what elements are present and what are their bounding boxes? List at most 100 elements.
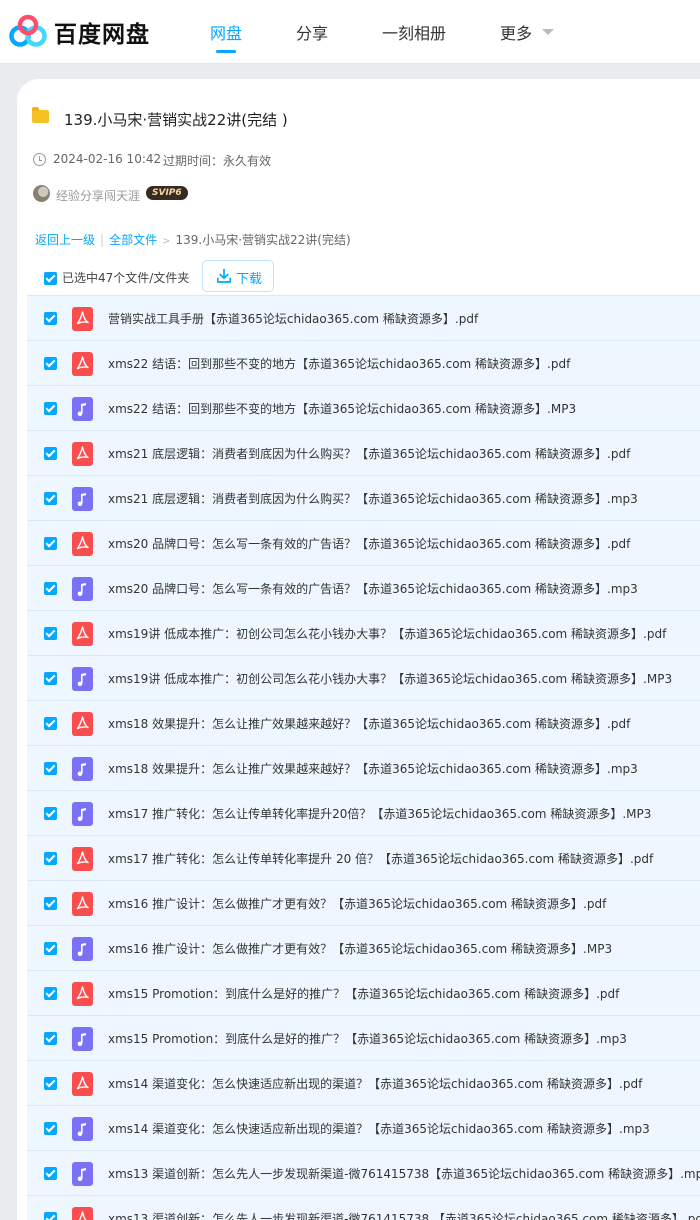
- download-icon: [216, 268, 232, 283]
- file-name[interactable]: xms13 渠道创新：怎么先人一步发现新渠道-微761415738【赤道365论…: [108, 1165, 700, 1182]
- file-row[interactable]: xms16 推广设计：怎么做推广才更有效？【赤道365论坛chidao365.c…: [27, 925, 700, 970]
- pdf-file-icon: [72, 982, 93, 1006]
- audio-file-icon: [72, 757, 93, 781]
- chevron-right-icon: >: [162, 236, 171, 247]
- app-logo-text[interactable]: 百度网盘: [54, 15, 150, 49]
- pdf-file-icon: [72, 712, 93, 736]
- pdf-file-icon: [72, 532, 93, 556]
- row-checkbox[interactable]: [44, 717, 57, 730]
- file-name[interactable]: xms17 推广转化：怎么让传单转化率提升 20 倍？【赤道365论坛chida…: [108, 850, 653, 867]
- file-name[interactable]: xms17 推广转化：怎么让传单转化率提升20倍？【赤道365论坛chidao3…: [108, 805, 651, 822]
- file-name[interactable]: xms20 品牌口号：怎么写一条有效的广告语？【赤道365论坛chidao365…: [108, 580, 638, 597]
- audio-file-icon: [72, 577, 93, 601]
- file-row[interactable]: 营销实战工具手册【赤道365论坛chidao365.com 稀缺资源多】.pdf: [27, 295, 700, 340]
- pdf-file-icon: [72, 1207, 93, 1220]
- audio-file-icon: [72, 802, 93, 826]
- breadcrumb-back-link[interactable]: 返回上一级: [35, 233, 95, 247]
- avatar[interactable]: [33, 185, 50, 202]
- breadcrumb-all-files-link[interactable]: 全部文件: [109, 233, 157, 247]
- file-name[interactable]: 营销实战工具手册【赤道365论坛chidao365.com 稀缺资源多】.pdf: [108, 310, 478, 327]
- file-row[interactable]: xms15 Promotion：到底什么是好的推广？【赤道365论坛chidao…: [27, 970, 700, 1015]
- file-name[interactable]: xms21 底层逻辑：消费者到底因为什么购买？【赤道365论坛chidao365…: [108, 445, 630, 462]
- file-name[interactable]: xms20 品牌口号：怎么写一条有效的广告语？【赤道365论坛chidao365…: [108, 535, 630, 552]
- row-checkbox[interactable]: [44, 357, 57, 370]
- file-row[interactable]: xms16 推广设计：怎么做推广才更有效？【赤道365论坛chidao365.c…: [27, 880, 700, 925]
- download-label: 下载: [236, 272, 263, 287]
- row-checkbox[interactable]: [44, 447, 57, 460]
- file-row[interactable]: xms17 推广转化：怎么让传单转化率提升20倍？【赤道365论坛chidao3…: [27, 790, 700, 835]
- row-checkbox[interactable]: [44, 807, 57, 820]
- row-checkbox[interactable]: [44, 897, 57, 910]
- nav-tab-share[interactable]: 分享: [296, 20, 328, 44]
- file-row[interactable]: xms18 效果提升：怎么让推广效果越来越好？【赤道365论坛chidao365…: [27, 745, 700, 790]
- file-name[interactable]: xms14 渠道变化：怎么快速适应新出现的渠道？【赤道365论坛chidao36…: [108, 1120, 650, 1137]
- audio-file-icon: [72, 397, 93, 421]
- file-name[interactable]: xms19讲 低成本推广：初创公司怎么花小钱办大事？【赤道365论坛chidao…: [108, 625, 666, 642]
- file-row[interactable]: xms13 渠道创新：怎么先人一步发现新渠道-微761415738 【赤道365…: [27, 1195, 700, 1220]
- file-row[interactable]: xms19讲 低成本推广：初创公司怎么花小钱办大事？【赤道365论坛chidao…: [27, 655, 700, 700]
- file-name[interactable]: xms14 渠道变化：怎么快速适应新出现的渠道？【赤道365论坛chidao36…: [108, 1075, 642, 1092]
- file-name[interactable]: xms19讲 低成本推广：初创公司怎么花小钱办大事？【赤道365论坛chidao…: [108, 670, 672, 687]
- row-checkbox[interactable]: [44, 942, 57, 955]
- file-name[interactable]: xms18 效果提升：怎么让推广效果越来越好？【赤道365论坛chidao365…: [108, 715, 630, 732]
- file-row[interactable]: xms15 Promotion：到底什么是好的推广？【赤道365论坛chidao…: [27, 1015, 700, 1060]
- breadcrumb: 返回上一级 | 全部文件 >139.小马宋·营销实战22讲(完结): [35, 231, 351, 248]
- row-checkbox[interactable]: [44, 582, 57, 595]
- file-name[interactable]: xms13 渠道创新：怎么先人一步发现新渠道-微761415738 【赤道365…: [108, 1210, 700, 1220]
- file-name[interactable]: xms18 效果提升：怎么让推广效果越来越好？【赤道365论坛chidao365…: [108, 760, 638, 777]
- row-checkbox[interactable]: [44, 1032, 57, 1045]
- file-name[interactable]: xms15 Promotion：到底什么是好的推广？【赤道365论坛chidao…: [108, 985, 619, 1002]
- sharer-name[interactable]: 经验分享闯天涯: [56, 187, 140, 204]
- active-tab-indicator: [216, 50, 236, 53]
- audio-file-icon: [72, 667, 93, 691]
- pdf-file-icon: [72, 352, 93, 376]
- file-row[interactable]: xms21 底层逻辑：消费者到底因为什么购买？【赤道365论坛chidao365…: [27, 430, 700, 475]
- row-checkbox[interactable]: [44, 1077, 57, 1090]
- file-name[interactable]: xms16 推广设计：怎么做推广才更有效？【赤道365论坛chidao365.c…: [108, 940, 612, 957]
- baidu-netdisk-logo-icon[interactable]: [8, 14, 48, 50]
- audio-file-icon: [72, 1117, 93, 1141]
- row-checkbox[interactable]: [44, 537, 57, 550]
- file-name[interactable]: xms15 Promotion：到底什么是好的推广？【赤道365论坛chidao…: [108, 1030, 627, 1047]
- file-list: 营销实战工具手册【赤道365论坛chidao365.com 稀缺资源多】.pdf…: [27, 295, 700, 1220]
- chevron-down-icon[interactable]: [542, 29, 554, 35]
- row-checkbox[interactable]: [44, 762, 57, 775]
- file-name[interactable]: xms22 结语：回到那些不变的地方【赤道365论坛chidao365.com …: [108, 355, 570, 372]
- row-checkbox[interactable]: [44, 852, 57, 865]
- file-name[interactable]: xms21 底层逻辑：消费者到底因为什么购买？【赤道365论坛chidao365…: [108, 490, 638, 507]
- pdf-file-icon: [72, 622, 93, 646]
- row-checkbox[interactable]: [44, 402, 57, 415]
- pdf-file-icon: [72, 847, 93, 871]
- row-checkbox[interactable]: [44, 312, 57, 325]
- row-checkbox[interactable]: [44, 627, 57, 640]
- file-row[interactable]: xms14 渠道变化：怎么快速适应新出现的渠道？【赤道365论坛chidao36…: [27, 1105, 700, 1150]
- pdf-file-icon: [72, 442, 93, 466]
- file-row[interactable]: xms17 推广转化：怎么让传单转化率提升 20 倍？【赤道365论坛chida…: [27, 835, 700, 880]
- file-row[interactable]: xms20 品牌口号：怎么写一条有效的广告语？【赤道365论坛chidao365…: [27, 565, 700, 610]
- select-all-checkbox[interactable]: [44, 272, 57, 285]
- file-row[interactable]: xms14 渠道变化：怎么快速适应新出现的渠道？【赤道365论坛chidao36…: [27, 1060, 700, 1105]
- file-name[interactable]: xms16 推广设计：怎么做推广才更有效？【赤道365论坛chidao365.c…: [108, 895, 606, 912]
- share-card: 139.小马宋·营销实战22讲(完结 ) 2024-02-16 10:42 过期…: [17, 79, 700, 1220]
- share-title: 139.小马宋·营销实战22讲(完结 ): [64, 111, 288, 129]
- nav-tab-more[interactable]: 更多: [500, 20, 532, 44]
- file-row[interactable]: xms18 效果提升：怎么让推广效果越来越好？【赤道365论坛chidao365…: [27, 700, 700, 745]
- row-checkbox[interactable]: [44, 987, 57, 1000]
- row-checkbox[interactable]: [44, 492, 57, 505]
- nav-tab-album[interactable]: 一刻相册: [382, 20, 446, 44]
- file-name[interactable]: xms22 结语：回到那些不变的地方【赤道365论坛chidao365.com …: [108, 400, 576, 417]
- file-row[interactable]: xms22 结语：回到那些不变的地方【赤道365论坛chidao365.com …: [27, 385, 700, 430]
- file-row[interactable]: xms20 品牌口号：怎么写一条有效的广告语？【赤道365论坛chidao365…: [27, 520, 700, 565]
- pdf-file-icon: [72, 307, 93, 331]
- download-button[interactable]: 下载: [202, 260, 274, 292]
- file-row[interactable]: xms13 渠道创新：怎么先人一步发现新渠道-微761415738【赤道365论…: [27, 1150, 700, 1195]
- file-row[interactable]: xms19讲 低成本推广：初创公司怎么花小钱办大事？【赤道365论坛chidao…: [27, 610, 700, 655]
- file-row[interactable]: xms22 结语：回到那些不变的地方【赤道365论坛chidao365.com …: [27, 340, 700, 385]
- row-checkbox[interactable]: [44, 672, 57, 685]
- top-nav-bar: 百度网盘 网盘 分享 一刻相册 更多: [0, 0, 700, 64]
- row-checkbox[interactable]: [44, 1122, 57, 1135]
- file-row[interactable]: xms21 底层逻辑：消费者到底因为什么购买？【赤道365论坛chidao365…: [27, 475, 700, 520]
- nav-tab-netdisk[interactable]: 网盘: [210, 20, 242, 44]
- row-checkbox[interactable]: [44, 1167, 57, 1180]
- row-checkbox[interactable]: [44, 1212, 57, 1220]
